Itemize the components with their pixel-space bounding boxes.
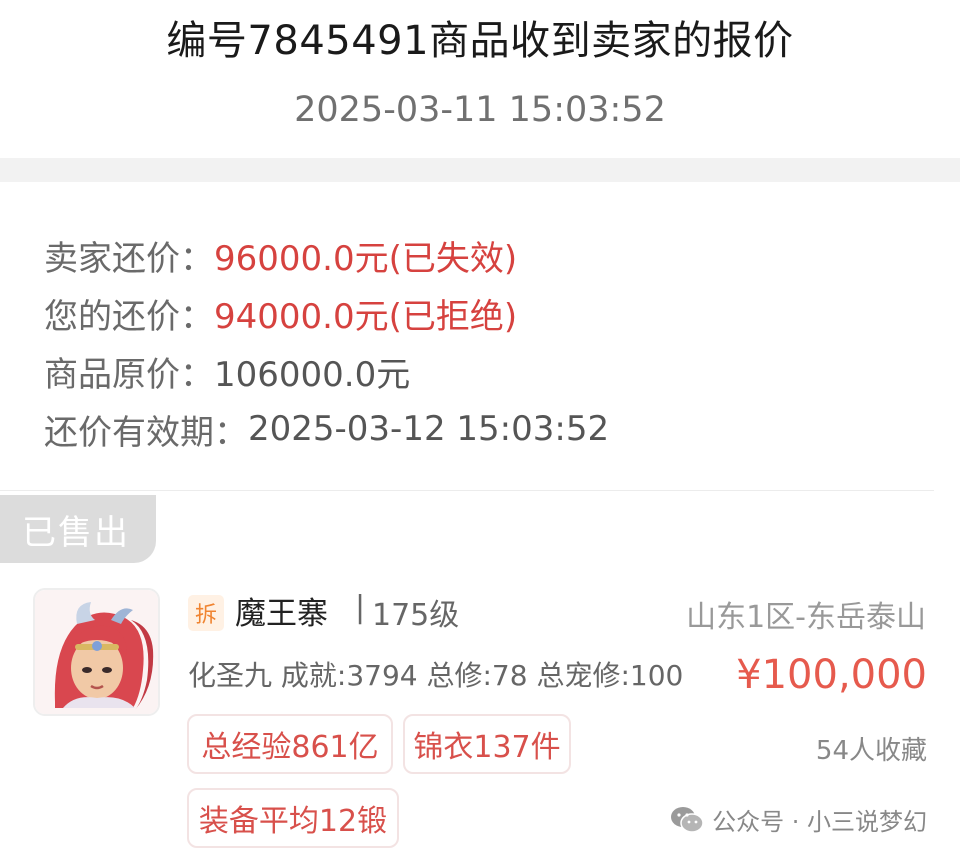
tag-total-exp: 总经验861亿	[187, 714, 393, 774]
validity-value: 2025-03-12 15:03:52	[248, 409, 610, 449]
character-portrait-icon	[35, 590, 158, 714]
tag-outfits: 锦衣137件	[403, 714, 571, 774]
validity-label: 还价有效期：	[44, 412, 248, 453]
sold-status-badge: 已售出	[0, 495, 156, 563]
server-region: 山东1区-东岳泰山	[686, 600, 926, 635]
seller-counter-row: 卖家还价： 96000.0元(已失效)	[44, 226, 934, 284]
offer-date: 2025-03-11 15:03:52	[294, 90, 666, 130]
original-price-value: 106000.0元	[214, 354, 411, 395]
seller-counter-value: 96000.0元(已失效)	[214, 238, 518, 279]
watermark: 公众号 · 小三说梦幻	[670, 802, 927, 837]
wechat-icon	[671, 806, 704, 833]
your-counter-row: 您的还价： 94000.0元(已拒绝)	[44, 284, 934, 342]
name-level-separator: |	[355, 590, 366, 625]
character-avatar[interactable]	[33, 588, 160, 716]
tag-forge-level: 装备平均12锻	[187, 788, 399, 848]
tradeable-tag: 拆	[188, 595, 224, 631]
section-separator-band	[0, 158, 960, 182]
character-stats: 化圣九 成就:3794 总修:78 总宠修:100	[188, 659, 684, 692]
offer-details: 卖家还价： 96000.0元(已失效) 您的还价： 94000.0元(已拒绝) …	[44, 226, 934, 458]
your-counter-label: 您的还价：	[44, 296, 214, 337]
watermark-text: 公众号 · 小三说梦幻	[712, 808, 927, 836]
item-price: ¥100,000	[736, 652, 927, 698]
original-price-label: 商品原价：	[44, 354, 214, 395]
server-name: 魔王寨	[235, 596, 328, 632]
favorites-count: 54人收藏	[815, 736, 927, 766]
original-price-row: 商品原价： 106000.0元	[44, 342, 934, 400]
validity-row: 还价有效期： 2025-03-12 15:03:52	[44, 400, 934, 458]
divider	[0, 490, 934, 491]
offer-title: 编号7845491商品收到卖家的报价	[166, 18, 794, 64]
seller-counter-label: 卖家还价：	[44, 238, 214, 279]
your-counter-value: 94000.0元(已拒绝)	[214, 296, 518, 337]
character-level: 175级	[372, 598, 460, 633]
